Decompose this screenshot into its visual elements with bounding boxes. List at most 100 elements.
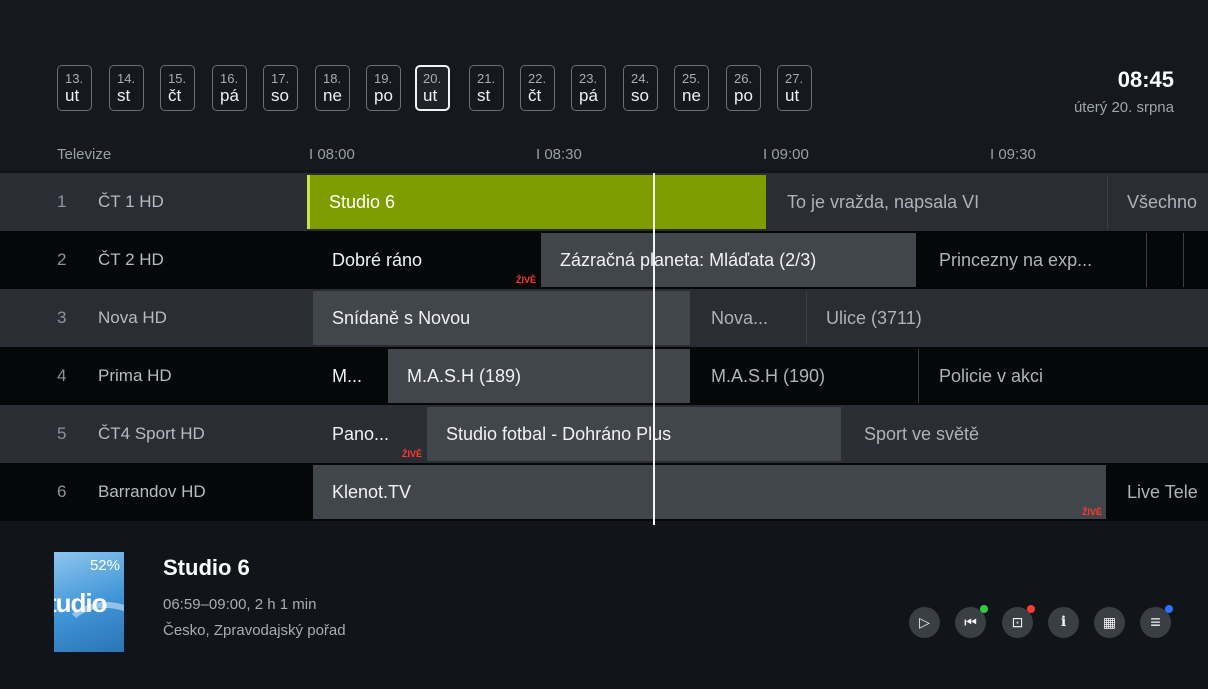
date-number: 27. <box>785 71 804 86</box>
program-cell[interactable]: Studio fotbal - Dohráno Plus <box>427 407 841 461</box>
date-item[interactable]: 24. so <box>623 65 658 111</box>
red-key-dot <box>1027 605 1035 613</box>
date-number: 22. <box>528 71 547 86</box>
date-weekday: čt <box>528 86 542 105</box>
program-cell[interactable] <box>1147 233 1183 287</box>
program-thumbnail: tudio 52% <box>54 552 124 652</box>
date-item[interactable]: 15. čt <box>160 65 195 111</box>
date-weekday: st <box>477 86 491 105</box>
program-time: 06:59–09:00, 2 h 1 min <box>163 596 317 613</box>
date-item[interactable]: 21. st <box>469 65 504 111</box>
time-tick: I 08:30 <box>536 146 582 163</box>
program-current[interactable]: Studio 6 <box>307 175 766 229</box>
date-number: 15. <box>168 71 187 86</box>
channel-row: 6 Barrandov HD Klenot.TV ŽIVĚ Live Tele <box>0 463 1208 521</box>
blue-key-dot <box>1165 605 1173 613</box>
date-number: 24. <box>631 71 650 86</box>
program-cell[interactable]: Dobré ráno <box>313 233 539 287</box>
date-item[interactable]: 14. st <box>109 65 144 111</box>
date-number: 16. <box>220 71 239 86</box>
date-weekday: so <box>631 86 649 105</box>
green-key-dot <box>980 605 988 613</box>
date-weekday: st <box>117 86 131 105</box>
program-cell[interactable] <box>1184 233 1208 287</box>
channel-name: Prima HD <box>98 366 172 385</box>
date-weekday: čt <box>168 86 182 105</box>
program-cell[interactable]: Snídaně s Novou <box>313 291 690 345</box>
date-weekday: pá <box>579 86 598 105</box>
channel-number: 6 <box>57 482 67 501</box>
channel-number: 2 <box>57 250 67 269</box>
date-number: 14. <box>117 71 136 86</box>
channel-number: 3 <box>57 308 67 327</box>
date-weekday: pá <box>220 86 239 105</box>
channel-column-label: Televize <box>57 146 112 163</box>
program-title: Studio 6 <box>163 555 250 580</box>
date-item[interactable]: 17. so <box>263 65 298 111</box>
channel-number: 5 <box>57 424 67 443</box>
date-weekday: po <box>374 86 393 105</box>
program-cell[interactable]: M.A.S.H (190) <box>692 349 916 403</box>
date-item[interactable]: 23. pá <box>571 65 606 111</box>
date-item-selected[interactable]: 20. ut <box>415 65 450 111</box>
program-cell[interactable]: Zázračná planeta: Mláďata (2/3) <box>541 233 916 287</box>
restart-button[interactable]: ⏮ <box>955 605 988 638</box>
channel-row: 2 ČT 2 HD Dobré ráno ŽIVĚ Zázračná plane… <box>0 231 1208 289</box>
date-item[interactable]: 22. čt <box>520 65 555 111</box>
program-cell[interactable]: Klenot.TV <box>313 465 1106 519</box>
live-badge: ŽIVĚ <box>1082 507 1103 517</box>
current-time: 08:45 <box>1117 67 1174 92</box>
channel-name: ČT4 Sport HD <box>98 424 205 443</box>
live-badge: ŽIVĚ <box>402 449 423 459</box>
program-cell[interactable]: Všechno <box>1108 175 1208 229</box>
program-cell[interactable]: Sport ve světě <box>845 407 1208 461</box>
date-item[interactable]: 19. po <box>366 65 401 111</box>
program-cell[interactable]: Live Tele <box>1108 465 1208 519</box>
menu-button[interactable]: ≡ <box>1140 605 1173 638</box>
channel-name: ČT 1 HD <box>98 192 164 211</box>
date-item[interactable]: 27. ut <box>777 65 812 111</box>
record-icon: ⊡ <box>1011 614 1024 630</box>
date-number: 19. <box>374 71 393 86</box>
date-item[interactable]: 13. ut <box>57 65 92 111</box>
channel-row: 3 Nova HD Snídaně s Novou Nova... Ulice … <box>0 289 1208 347</box>
program-cell[interactable]: To je vražda, napsala VI <box>768 175 1106 229</box>
date-weekday: ut <box>423 86 438 105</box>
epg-grid: 1 ČT 1 HD Studio 6 To je vražda, napsala… <box>0 173 1208 525</box>
date-item[interactable]: 16. pá <box>212 65 247 111</box>
time-tick: I 09:00 <box>763 146 809 163</box>
record-button[interactable]: ⊡ <box>1002 605 1035 638</box>
date-item[interactable]: 25. ne <box>674 65 709 111</box>
time-tick: I 08:00 <box>309 146 355 163</box>
date-number: 25. <box>682 71 701 86</box>
date-weekday: po <box>734 86 753 105</box>
info-button[interactable]: i <box>1048 607 1079 638</box>
channel-number: 4 <box>57 366 67 385</box>
divider <box>918 349 919 403</box>
program-detail-panel: tudio 52% Studio 6 06:59–09:00, 2 h 1 mi… <box>0 525 1208 689</box>
menu-icon: ≡ <box>1150 612 1161 632</box>
channel-name: ČT 2 HD <box>98 250 164 269</box>
program-cell[interactable]: Policie v akci <box>920 349 1208 403</box>
date-weekday: ne <box>323 86 342 105</box>
play-icon: ▷ <box>919 614 930 630</box>
date-number: 23. <box>579 71 598 86</box>
live-badge: ŽIVĚ <box>516 275 537 285</box>
program-cell[interactable]: Princezny na exp... <box>920 233 1145 287</box>
date-weekday: ut <box>65 86 80 105</box>
current-date: úterý 20. srpna <box>1073 99 1174 116</box>
date-item[interactable]: 26. po <box>726 65 761 111</box>
program-cell[interactable]: Nova... <box>692 291 806 345</box>
play-button[interactable]: ▷ <box>909 607 940 638</box>
program-cell[interactable]: M.A.S.H (189) <box>388 349 690 403</box>
top-bar: 13. ut 14. st 15. čt 16. pá 17. so 18. ne 19. p… <box>0 0 1208 170</box>
program-cell[interactable]: M... <box>313 349 386 403</box>
calendar-icon: ▦ <box>1102 614 1117 630</box>
date-number: 18. <box>323 71 342 86</box>
channel-name: Nova HD <box>98 308 167 327</box>
program-cell[interactable]: Ulice (3711) <box>807 291 1208 345</box>
date-item[interactable]: 18. ne <box>315 65 350 111</box>
current-time-indicator <box>653 173 655 525</box>
calendar-button[interactable]: ▦ <box>1094 607 1125 638</box>
channel-number: 1 <box>57 192 67 211</box>
